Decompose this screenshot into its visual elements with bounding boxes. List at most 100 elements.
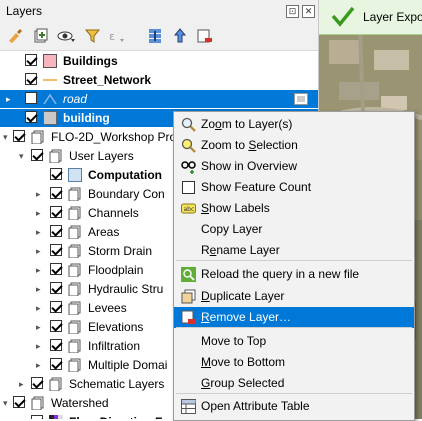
expand-arrow-icon[interactable]: ▸	[36, 337, 41, 355]
attribute-table-icon	[181, 399, 196, 414]
menu-item-label: Show Feature Count	[201, 180, 312, 194]
expand-arrow-icon[interactable]: ▸	[6, 90, 11, 108]
layer-buildings[interactable]: Buildings	[0, 52, 318, 70]
layer-label: Watershed	[51, 396, 109, 410]
visibility-checkbox[interactable]	[50, 206, 62, 218]
visibility-checkbox[interactable]	[50, 244, 62, 256]
collapse-all-icon[interactable]	[171, 27, 189, 45]
layers-toolbar: ε	[0, 22, 318, 51]
expand-arrow-icon[interactable]: ▸	[36, 318, 41, 336]
manage-visibility-icon[interactable]	[57, 27, 75, 45]
visibility-checkbox[interactable]	[31, 377, 43, 389]
menu-show-feature-count[interactable]: Show Feature Count	[174, 177, 414, 198]
visibility-checkbox[interactable]	[50, 225, 62, 237]
group-icon	[68, 225, 81, 239]
open-layer-styling-icon[interactable]	[6, 27, 24, 45]
menu-copy-layer[interactable]: Copy Layer	[174, 219, 414, 240]
layer-label: Computation	[88, 168, 162, 182]
layer-label: Boundary Con	[88, 187, 165, 201]
layer-label: Infiltration	[88, 339, 141, 353]
line-symbol-icon	[43, 79, 57, 81]
expand-arrow-icon[interactable]: ▸	[36, 223, 41, 241]
menu-duplicate-layer[interactable]: Duplicate Layer	[174, 286, 414, 307]
menu-show-in-overview[interactable]: Show in Overview	[174, 156, 414, 177]
layer-label: Multiple Domai	[88, 358, 168, 372]
collapse-arrow-icon[interactable]: ▾	[3, 128, 8, 146]
zoom-to-layer-icon	[181, 117, 196, 132]
expand-arrow-icon[interactable]: ▸	[36, 299, 41, 317]
svg-text:ε: ε	[109, 30, 115, 43]
layer-label: FLO-2D_Workshop Pro	[51, 130, 177, 144]
expand-arrow-icon[interactable]: ▸	[36, 280, 41, 298]
layer-label: road	[63, 92, 88, 106]
group-icon	[31, 396, 44, 410]
menu-move-to-bottom[interactable]: Move to Bottom	[174, 352, 414, 373]
polygon-symbol-icon	[43, 54, 57, 68]
collapse-arrow-icon[interactable]: ▾	[3, 394, 8, 412]
line-symbol-icon	[43, 93, 57, 105]
expand-arrow-icon[interactable]: ▸	[36, 185, 41, 203]
float-panel-button[interactable]: ⊡	[286, 5, 299, 18]
expand-arrow-icon[interactable]: ▸	[36, 356, 41, 374]
panel-titlebar: Layers ⊡ ✕	[0, 0, 318, 22]
menu-item-label: Open Attribute Table	[201, 399, 310, 413]
visibility-checkbox[interactable]	[13, 130, 25, 142]
add-group-icon[interactable]	[31, 27, 49, 45]
layer-label: Buildings	[63, 54, 118, 68]
layer-label: Storm Drain	[88, 244, 153, 258]
menu-item-label: Zoom to Selection	[201, 138, 298, 152]
menu-item-label: Move to Bottom	[201, 355, 286, 369]
filter-legend-icon[interactable]	[84, 27, 102, 45]
menu-reload-query[interactable]: Reload the query in a new file	[174, 264, 414, 285]
layer-indicator-icon[interactable]	[294, 93, 308, 105]
visibility-checkbox[interactable]	[50, 339, 62, 351]
layer-label: Hydraulic Stru	[88, 282, 164, 296]
menu-group-selected[interactable]: Group Selected	[174, 373, 414, 394]
menu-open-attribute-table[interactable]: Open Attribute Table	[174, 396, 414, 417]
menu-rename-layer[interactable]: Rename Layer	[174, 240, 414, 261]
visibility-checkbox[interactable]	[25, 92, 37, 104]
close-panel-button[interactable]: ✕	[302, 5, 315, 18]
menu-item-label: Move to Top	[201, 334, 267, 348]
remove-layer-icon[interactable]	[195, 27, 213, 45]
menu-zoom-to-layers[interactable]: Zoom to Layer(s)	[174, 114, 414, 135]
group-icon	[68, 301, 81, 315]
layer-label: Floodplain	[88, 263, 144, 277]
filter-expression-icon[interactable]: ε	[108, 27, 126, 45]
reload-query-icon	[181, 267, 196, 282]
menu-item-label: Remove Layer…	[201, 310, 292, 324]
layer-road[interactable]: ▸ road	[0, 90, 318, 108]
visibility-checkbox[interactable]	[31, 415, 43, 419]
layer-street-network[interactable]: Street_Network	[0, 71, 318, 89]
menu-item-label: Reload the query in a new file	[201, 267, 360, 281]
visibility-checkbox[interactable]	[50, 301, 62, 313]
visibility-checkbox[interactable]	[50, 320, 62, 332]
visibility-checkbox[interactable]	[50, 282, 62, 294]
expand-arrow-icon[interactable]: ▸	[36, 204, 41, 222]
menu-move-to-top[interactable]: Move to Top	[174, 331, 414, 352]
collapse-arrow-icon[interactable]: ▾	[19, 147, 24, 165]
visibility-checkbox[interactable]	[31, 149, 43, 161]
layer-label: User Layers	[69, 149, 134, 163]
visibility-checkbox[interactable]	[13, 396, 25, 408]
menu-show-labels[interactable]: abc Show Labels	[174, 198, 414, 219]
visibility-checkbox[interactable]	[50, 263, 62, 275]
visibility-checkbox[interactable]	[25, 111, 37, 123]
layer-label: Levees	[88, 301, 127, 315]
visibility-checkbox[interactable]	[25, 54, 37, 66]
svg-text:abc: abc	[184, 206, 195, 213]
menu-item-label: Duplicate Layer	[201, 289, 285, 303]
menu-zoom-to-selection[interactable]: Zoom to Selection	[174, 135, 414, 156]
visibility-checkbox[interactable]	[50, 358, 62, 370]
menu-remove-layer[interactable]: Remove Layer…	[174, 307, 414, 328]
menu-item-label: Rename Layer	[201, 243, 280, 257]
visibility-checkbox[interactable]	[50, 168, 62, 180]
visibility-checkbox[interactable]	[25, 73, 37, 85]
expand-arrow-icon[interactable]: ▸	[36, 261, 41, 279]
expand-arrow-icon[interactable]: ▸	[19, 375, 24, 393]
visibility-checkbox[interactable]	[50, 187, 62, 199]
expand-all-icon[interactable]	[146, 27, 164, 45]
menu-item-label: Copy Layer	[201, 222, 263, 236]
expand-arrow-icon[interactable]: ▸	[36, 242, 41, 260]
group-icon	[68, 282, 81, 296]
